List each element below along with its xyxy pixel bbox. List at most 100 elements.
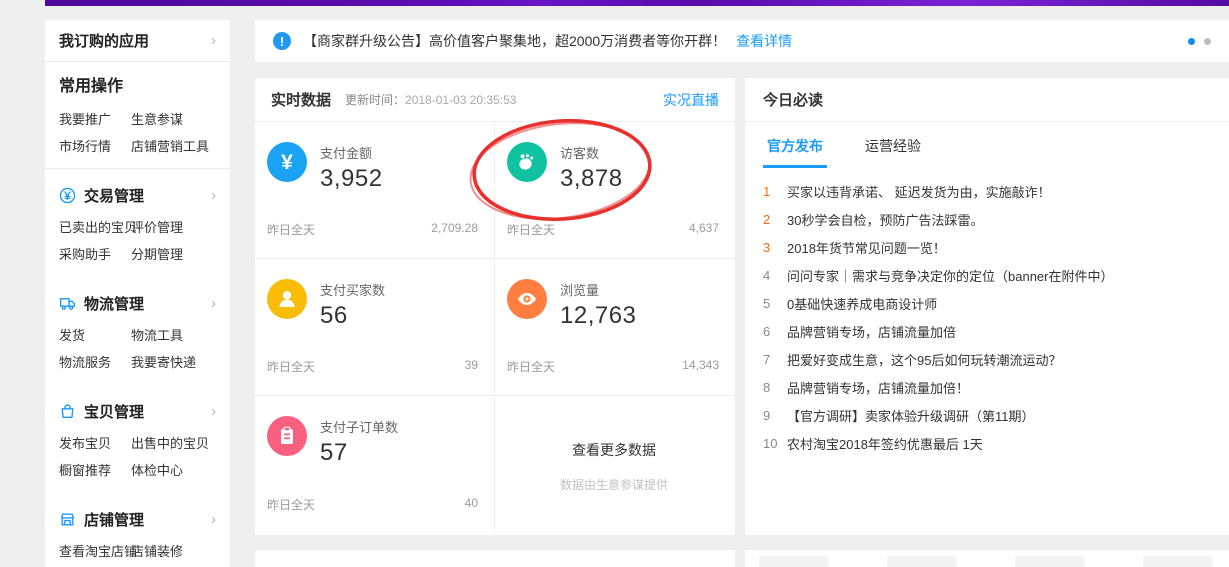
item-text: 0基础快速养成电商设计师	[787, 294, 937, 313]
yesterday-value: 4,637	[689, 221, 719, 238]
more-data-cell: 查看更多数据 数据由生意参谋提供	[495, 396, 735, 533]
daily-read-item[interactable]: 7 把爱好变成生意，这个95后如何玩转潮流运动？	[763, 345, 1211, 373]
item-number: 6	[763, 324, 787, 339]
sidebar-link[interactable]: 采购助手	[59, 241, 131, 268]
item-text: 买家以违背承诺、 延迟发货为由，实施敲诈！	[787, 182, 1051, 201]
item-number: 8	[763, 380, 787, 395]
daily-read-item[interactable]: 10 农村淘宝2018年签约优惠最后 1天	[763, 429, 1211, 457]
metric-label: 支付买家数	[320, 280, 385, 299]
eye-icon	[514, 286, 540, 312]
sidebar-section-links: 已卖出的宝贝 评价管理 采购助手 分期管理	[59, 214, 216, 268]
daily-read-item[interactable]: 1 买家以违背承诺、 延迟发货为由，实施敲诈！	[763, 177, 1211, 205]
sidebar-link[interactable]: 物流服务	[59, 349, 131, 376]
sidebar-section-links: 发布宝贝 出售中的宝贝 橱窗推荐 体检中心	[59, 430, 216, 484]
sidebar-section-header[interactable]: 店铺管理 ›	[59, 508, 216, 530]
order-icon	[275, 424, 299, 448]
dot-inactive[interactable]	[1204, 38, 1211, 45]
daily-read-tabs: 官方发布运营经验	[745, 122, 1229, 168]
yuan-circle-icon	[59, 187, 76, 204]
metric-label: 支付子订单数	[320, 417, 398, 436]
announcement-bar: ! 【商家群升级公告】高价值客户聚集地，超2000万消费者等你开群！ 查看详情	[255, 20, 1229, 62]
yesterday-label: 昨日全天	[267, 358, 315, 375]
metric-value: 56	[320, 302, 385, 330]
daily-read-item[interactable]: 4 问问专家｜需求与竞争决定你的定位（banner在附件中）	[763, 261, 1211, 289]
sidebar-sections: 交易管理 › 已卖出的宝贝 评价管理 采购助手 分期管理	[45, 169, 230, 567]
sidebar-link[interactable]: 发布宝贝	[59, 430, 131, 457]
sidebar-link[interactable]: 店铺装修	[131, 538, 216, 565]
daily-read-tab[interactable]: 运营经验	[861, 134, 925, 168]
daily-read-item[interactable]: 8 品牌营销专场，店铺流量加倍！	[763, 373, 1211, 401]
sidebar-item-purchased-apps[interactable]: 我订购的应用 ›	[45, 20, 230, 62]
announcement-detail-link[interactable]: 查看详情	[736, 31, 792, 51]
daily-read-item[interactable]: 6 品牌营销专场，店铺流量加倍	[763, 317, 1211, 345]
info-icon: !	[273, 32, 291, 50]
metric-cell[interactable]: 浏览量 12,763 昨日全天 14,343	[495, 259, 735, 396]
item-text: 问问专家｜需求与竞争决定你的定位（banner在附件中）	[787, 266, 1113, 285]
common-operations-section: 常用操作 我要推广 生意参谋 市场行情 店铺营销工具	[45, 62, 230, 169]
buyer-icon	[275, 287, 299, 311]
sidebar-link[interactable]: 体检中心	[131, 457, 216, 484]
sidebar-link[interactable]: 店铺营销工具	[131, 133, 216, 160]
item-number: 7	[763, 352, 787, 367]
item-text: 品牌营销专场，店铺流量加倍！	[787, 378, 969, 397]
sidebar-section: 宝贝管理 › 发布宝贝 出售中的宝贝 橱窗推荐 体检中心	[45, 400, 230, 484]
sidebar-section-header[interactable]: 交易管理 ›	[59, 184, 216, 206]
item-text: 【官方调研】卖家体验升级调研（第11期）	[787, 406, 1035, 425]
daily-read-tab[interactable]: 官方发布	[763, 134, 827, 168]
metric-cell[interactable]: ¥ 支付金额 3,952 昨日全天 2,709.28	[255, 122, 495, 259]
sidebar-section-title: 宝贝管理	[84, 401, 144, 422]
live-broadcast-link[interactable]: 实况直播	[663, 90, 719, 110]
sidebar-section: 店铺管理 › 查看淘宝店铺 店铺装修 图片空间 手机淘宝店铺	[45, 508, 230, 567]
chevron-right-icon: ›	[211, 33, 216, 48]
sidebar-section-links: 发货 物流工具 物流服务 我要寄快递	[59, 322, 216, 376]
chevron-right-icon: ›	[211, 188, 216, 203]
metric-value: 3,878	[560, 165, 623, 193]
sidebar-link[interactable]: 查看淘宝店铺	[59, 538, 131, 565]
realtime-data-panel: 实时数据 更新时间：2018-01-03 20:35:53 实况直播 ¥	[255, 78, 735, 535]
update-time: 更新时间：2018-01-03 20:35:53	[345, 91, 516, 108]
sidebar-link[interactable]: 分期管理	[131, 241, 216, 268]
sidebar-link[interactable]: 我要推广	[59, 106, 131, 133]
item-number: 3	[763, 240, 787, 255]
sidebar-link[interactable]: 生意参谋	[131, 106, 216, 133]
metrics-grid: ¥ 支付金额 3,952 昨日全天 2,709.28	[255, 122, 735, 533]
sidebar-link[interactable]: 橱窗推荐	[59, 457, 131, 484]
sidebar-section-title: 店铺管理	[84, 509, 144, 530]
metric-label: 访客数	[560, 143, 623, 162]
item-text: 30秒学会自检，预防广告法踩雷。	[787, 210, 983, 229]
seller-dashboard: 我订购的应用 › 常用操作 我要推广 生意参谋 市场行情 店铺营销工具	[0, 0, 1229, 567]
next-panel-right	[745, 550, 1229, 567]
item-number: 1	[763, 184, 787, 199]
announcement-text: 【商家群升级公告】高价值客户聚集地，超2000万消费者等你开群！	[303, 31, 726, 51]
sidebar-section: 物流管理 › 发货 物流工具 物流服务 我要寄快递	[45, 292, 230, 376]
metric-label: 支付金额	[320, 143, 383, 162]
sidebar-section-header[interactable]: 宝贝管理 ›	[59, 400, 216, 422]
sidebar-section-links: 查看淘宝店铺 店铺装修 图片空间 手机淘宝店铺	[59, 538, 216, 567]
sidebar: 我订购的应用 › 常用操作 我要推广 生意参谋 市场行情 店铺营销工具	[45, 20, 230, 567]
sidebar-link[interactable]: 出售中的宝贝	[131, 430, 216, 457]
view-more-data-link[interactable]: 查看更多数据	[572, 440, 656, 460]
sidebar-link[interactable]: 市场行情	[59, 133, 131, 160]
daily-read-title: 今日必读	[763, 89, 823, 110]
sidebar-link[interactable]: 发货	[59, 322, 131, 349]
metric-value: 12,763	[560, 302, 636, 330]
daily-read-item[interactable]: 9 【官方调研】卖家体验升级调研（第11期）	[763, 401, 1211, 429]
daily-read-item[interactable]: 2 30秒学会自检，预防广告法踩雷。	[763, 205, 1211, 233]
metric-cell[interactable]: 访客数 3,878 昨日全天 4,637	[495, 122, 735, 259]
sidebar-link[interactable]: 评价管理	[131, 214, 216, 241]
sidebar-link[interactable]: 物流工具	[131, 322, 216, 349]
dot-active[interactable]	[1188, 38, 1195, 45]
bag-icon	[59, 403, 76, 420]
daily-read-item[interactable]: 3 2018年货节常见问题一览！	[763, 233, 1211, 261]
purchased-apps-label: 我订购的应用	[59, 30, 149, 51]
sidebar-link[interactable]: 我要寄快递	[131, 349, 216, 376]
sidebar-section-header[interactable]: 物流管理 ›	[59, 292, 216, 314]
item-number: 10	[763, 436, 787, 451]
sidebar-link[interactable]: 已卖出的宝贝	[59, 214, 131, 241]
chevron-right-icon: ›	[211, 296, 216, 311]
yesterday-label: 昨日全天	[267, 221, 315, 238]
metric-cell[interactable]: 支付买家数 56 昨日全天 39	[255, 259, 495, 396]
daily-read-item[interactable]: 5 0基础快速养成电商设计师	[763, 289, 1211, 317]
realtime-header: 实时数据 更新时间：2018-01-03 20:35:53 实况直播	[255, 78, 735, 122]
metric-cell[interactable]: 支付子订单数 57 昨日全天 40	[255, 396, 495, 533]
